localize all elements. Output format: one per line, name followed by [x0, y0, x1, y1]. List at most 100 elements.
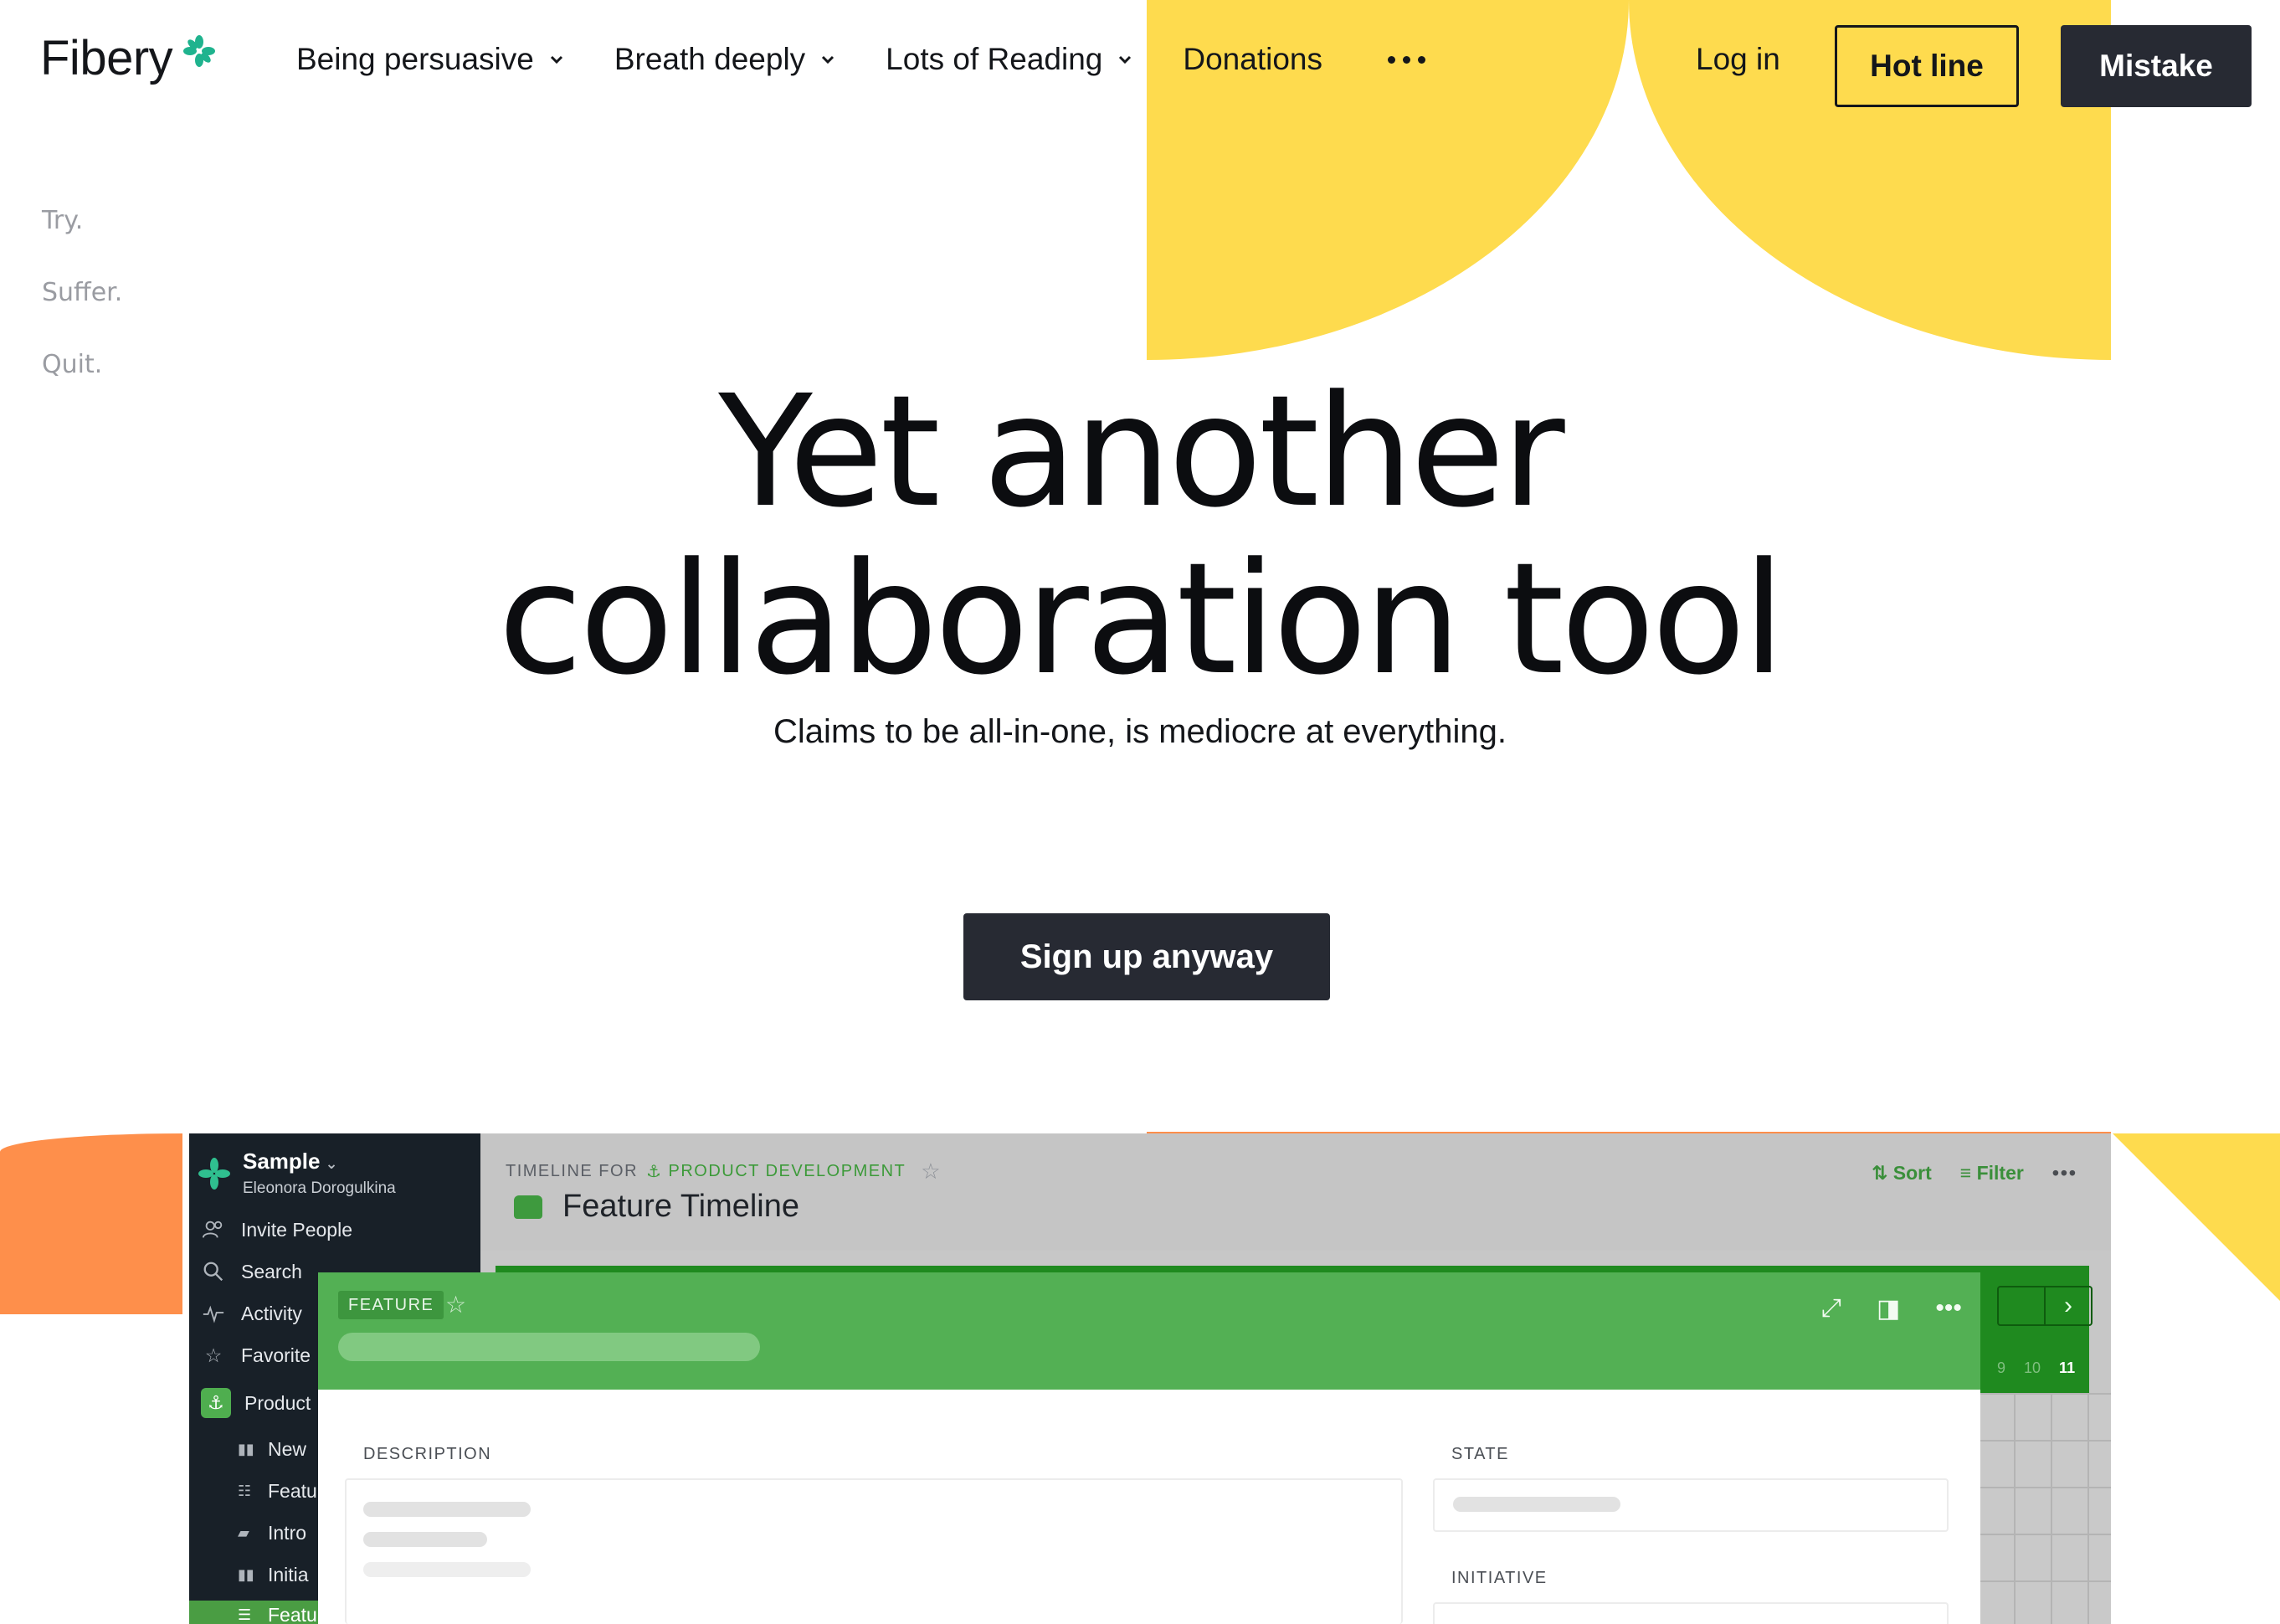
sidebar-item-product[interactable]: ⚓ Product [201, 1388, 311, 1418]
sidebar-subitem[interactable]: ▮▮ New [238, 1438, 306, 1461]
hotline-button[interactable]: Hot line [1835, 25, 2019, 107]
filter-label: Filter [1976, 1162, 2024, 1184]
text-placeholder [363, 1502, 531, 1517]
sidebar-subitem-active[interactable]: ☰ Featu [238, 1604, 317, 1624]
fibery-logo[interactable]: Fibery [40, 30, 216, 86]
timeline-icon: ☰ [238, 1606, 252, 1623]
sidebar-subitem-label: Intro [268, 1522, 307, 1544]
card-actions: ⤢ ◨ ••• [1821, 1294, 1962, 1323]
ellipsis-icon[interactable] [1387, 55, 1425, 64]
workspace-user: Eleonora Dorogulkina [243, 1179, 396, 1197]
star-icon[interactable]: ☆ [445, 1291, 466, 1318]
anchor-icon: ⚓ [646, 1163, 669, 1181]
nav-item-breath-deeply[interactable]: Breath deeply [614, 42, 837, 77]
logo-text: Fibery [40, 31, 173, 85]
search-icon [201, 1259, 226, 1284]
initiative-field[interactable] [1433, 1602, 1949, 1624]
sidebar-subitem[interactable]: ☷ Featu [238, 1480, 317, 1503]
board-icon: ▮▮ [238, 1441, 254, 1457]
timeline-for-label: TIMELINE FOR [506, 1162, 639, 1180]
more-options-icon[interactable]: ••• [2052, 1162, 2077, 1185]
entity-type-badge: FEATURE [338, 1291, 444, 1319]
text-placeholder [363, 1532, 487, 1547]
initiative-label: INITIATIVE [1451, 1569, 1548, 1587]
hero-title-line-2: collaboration tool [498, 530, 1785, 709]
sidebar-subitem-label: Featu [268, 1604, 317, 1624]
sidebar-subitem[interactable]: ▮▮ Initia [238, 1564, 309, 1586]
panel-icon[interactable]: ◨ [1877, 1294, 1900, 1323]
login-link[interactable]: Log in [1696, 42, 1780, 77]
chevron-down-icon [1119, 55, 1132, 64]
workspace-switcher[interactable]: Sample ⌄ Eleonora Dorogulkina [198, 1149, 396, 1198]
day-number: 9 [1997, 1359, 2006, 1376]
tagline-suffer: Suffer. [42, 278, 123, 307]
day-number-current: 11 [2059, 1359, 2076, 1376]
sidebar-item-activity[interactable]: Activity [201, 1301, 302, 1326]
filter-icon: ≡ [1959, 1162, 1977, 1184]
chevron-down-icon [822, 55, 834, 64]
nav-label: Donations [1183, 42, 1322, 76]
timeline-grid [1977, 1393, 2111, 1624]
signup-button[interactable]: Sign up anyway [963, 913, 1330, 1000]
breadcrumb: TIMELINE FOR ⚓ PRODUCT DEVELOPMENT ☆ [506, 1159, 942, 1185]
view-title: Feature Timeline [514, 1189, 799, 1225]
fibery-logo-icon [183, 34, 216, 67]
expand-icon[interactable]: ⤢ [1821, 1294, 1841, 1323]
nav-item-donations[interactable]: Donations [1183, 42, 1322, 77]
chevron-down-icon [550, 55, 562, 64]
chevron-down-icon: ⌄ [325, 1155, 338, 1172]
people-icon [201, 1217, 226, 1242]
sidebar-item-label: Search [241, 1260, 302, 1282]
description-field[interactable] [345, 1478, 1403, 1624]
nav-label: Being persuasive [296, 42, 534, 76]
list-icon: ☷ [238, 1483, 252, 1499]
mistake-button[interactable]: Mistake [2061, 25, 2252, 107]
sort-label: Sort [1892, 1162, 1932, 1184]
sidebar-item-label: Activity [241, 1302, 302, 1324]
more-options-icon[interactable]: ••• [1935, 1294, 1962, 1323]
decorative-yellow-corner [2113, 1133, 2280, 1301]
sidebar-item-favorites[interactable]: ☆ Favorite [201, 1343, 311, 1368]
sidebar-item-label: Favorite [241, 1344, 311, 1366]
nav-label: Lots of Reading [886, 42, 1103, 76]
board-icon: ▮▮ [238, 1566, 254, 1583]
text-placeholder [363, 1562, 531, 1577]
nav-item-being-persuasive[interactable]: Being persuasive [296, 42, 566, 77]
view-actions: ⇅ Sort ≡ Filter ••• [1872, 1162, 2077, 1185]
sort-button[interactable]: ⇅ Sort [1872, 1162, 1932, 1185]
sidebar-item-label: Product [244, 1391, 311, 1414]
document-icon: ▰ [238, 1524, 249, 1541]
space-link[interactable]: ⚓ PRODUCT DEVELOPMENT [646, 1161, 906, 1182]
workspace-name: Sample [243, 1149, 321, 1174]
feature-card-header [318, 1272, 1980, 1390]
sidebar-item-label: Invite People [241, 1218, 352, 1241]
activity-icon [201, 1301, 226, 1326]
sidebar-subitem[interactable]: ▰ Intro [238, 1522, 306, 1544]
star-icon[interactable]: ☆ [921, 1159, 942, 1185]
timeline-days: 9 10 11 [1997, 1359, 2075, 1377]
decorative-orange-shape-left [0, 1133, 182, 1314]
title-placeholder [338, 1333, 760, 1361]
workspace-logo-icon [198, 1158, 230, 1190]
state-label: STATE [1451, 1445, 1509, 1463]
timeline-view-icon [514, 1195, 542, 1219]
nav-item-lots-of-reading[interactable]: Lots of Reading [886, 42, 1134, 77]
view-title-text: Feature Timeline [562, 1189, 800, 1224]
hero-title-line-1: Yet another [718, 362, 1564, 542]
view-header: TIMELINE FOR ⚓ PRODUCT DEVELOPMENT ☆ Fea… [480, 1133, 2111, 1251]
hero-subtitle: Claims to be all-in-one, is mediocre at … [773, 713, 1507, 750]
filter-button[interactable]: ≡ Filter [1960, 1162, 2024, 1185]
sidebar-item-search[interactable]: Search [201, 1259, 302, 1284]
space-name: PRODUCT DEVELOPMENT [668, 1162, 906, 1180]
main-nav: Being persuasive Breath deeply Lots of R… [296, 42, 1425, 77]
sidebar-item-invite[interactable]: Invite People [201, 1217, 352, 1242]
day-number: 10 [2024, 1359, 2041, 1376]
sidebar-subitem-label: Featu [268, 1480, 317, 1502]
star-icon: ☆ [204, 1344, 223, 1366]
hero-title: Yet another collaboration tool [0, 368, 2280, 703]
description-label: DESCRIPTION [363, 1445, 492, 1463]
anchor-icon: ⚓ [201, 1388, 231, 1418]
chevron-right-icon[interactable]: › [2044, 1287, 2091, 1324]
prev-button[interactable] [1999, 1287, 2044, 1324]
state-placeholder [1453, 1497, 1620, 1512]
